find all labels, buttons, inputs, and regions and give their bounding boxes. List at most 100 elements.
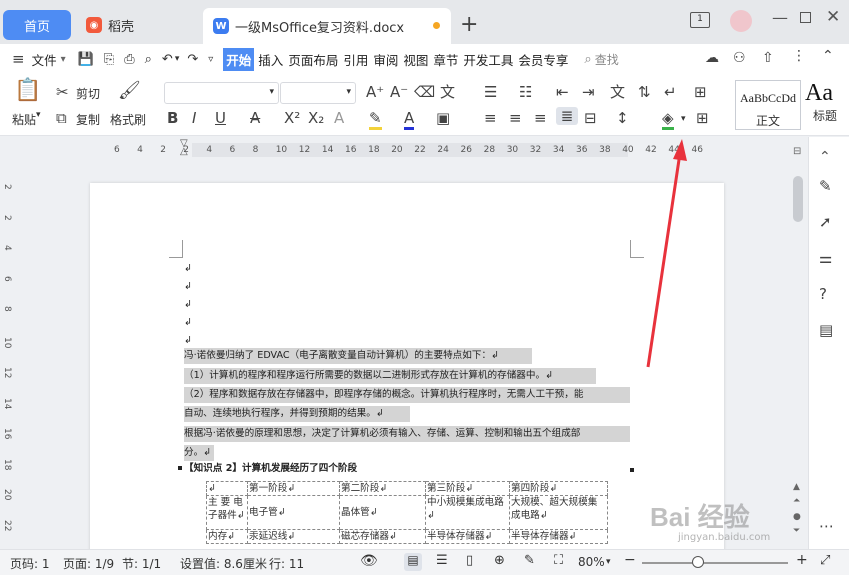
menu-page-layout[interactable]: 页面布局 xyxy=(287,49,339,70)
zoom-slider-thumb[interactable] xyxy=(692,556,704,568)
indent-marker-icon[interactable]: ▽ △ xyxy=(180,139,190,157)
style-heading[interactable]: Aa 标题 xyxy=(803,80,849,130)
format-painter-label[interactable]: 格式刷 xyxy=(110,111,146,128)
vertical-ruler[interactable]: 2 2 4 6 8 10 12 14 16 18 20 22 xyxy=(0,160,14,550)
table-cell[interactable]: 磁芯存储器↲ xyxy=(339,529,426,544)
menu-file[interactable]: 文件 xyxy=(31,49,58,70)
text-effect-icon[interactable]: A xyxy=(334,109,344,127)
menu-member[interactable]: 会员专享 xyxy=(517,49,569,70)
doc-paragraph[interactable]: 冯·诺依曼归纳了 EDVAC（电子离散变量自动计算机）的主要特点如下：↲ xyxy=(184,349,499,363)
shading-dropdown-icon[interactable]: ▾ xyxy=(681,114,686,124)
copy-icon[interactable]: ⧉ xyxy=(56,109,67,127)
font-size-select[interactable]: ▾ xyxy=(280,82,356,104)
table-cell[interactable]: 中小规模集成电路↲ xyxy=(425,495,510,530)
align-center-icon[interactable]: ≡ xyxy=(509,109,522,127)
font-color-icon[interactable]: A xyxy=(404,109,415,130)
export-pdf-icon[interactable]: ⎘ xyxy=(104,52,114,67)
scroll-up-icon[interactable]: ▲ xyxy=(793,482,800,492)
zoom-dropdown-icon[interactable]: ▾ xyxy=(606,557,611,567)
doc-paragraph[interactable]: 分。↲ xyxy=(184,446,211,460)
paste-icon[interactable]: 📋 xyxy=(14,80,41,108)
hamburger-icon[interactable]: ≡ xyxy=(12,50,25,68)
share-user-icon[interactable]: ⚇ xyxy=(733,50,746,66)
redo-icon[interactable]: ↷ xyxy=(187,52,198,67)
table-cell[interactable]: ↲ xyxy=(206,481,248,496)
char-border-icon[interactable]: ▣ xyxy=(436,109,450,127)
bullet-list-icon[interactable]: ☰ xyxy=(484,83,497,101)
italic-icon[interactable]: I xyxy=(192,109,196,127)
web-view-icon[interactable]: ⊕ xyxy=(494,553,505,568)
zoom-in-icon[interactable]: + xyxy=(796,552,808,568)
increase-font-icon[interactable]: A⁺ xyxy=(366,83,384,101)
outline-view-icon[interactable]: ☰ xyxy=(436,553,448,568)
bold-icon[interactable]: B xyxy=(167,109,178,127)
table-cell[interactable]: 汞延迟线↲ xyxy=(247,529,340,544)
more-icon[interactable]: ⋮ xyxy=(792,48,806,64)
zoom-level[interactable]: 80% xyxy=(578,555,605,569)
collapse-ribbon-icon[interactable]: ⌃ xyxy=(822,48,834,64)
doc-paragraph[interactable]: （1）计算机的程序和程序运行所需要的数据以二进制形式存放在计算机的存储器中。↲ xyxy=(184,369,553,383)
copy-label[interactable]: 复制 xyxy=(76,111,100,128)
superscript-icon[interactable]: X² xyxy=(284,109,300,127)
menu-references[interactable]: 引用 xyxy=(342,49,369,70)
eye-protection-icon[interactable]: 👁 xyxy=(360,553,378,569)
chinese-layout-icon[interactable]: 文 xyxy=(610,83,625,101)
status-page-number[interactable]: 页码: 1 xyxy=(10,555,50,572)
undo-dropdown-icon[interactable]: ▾ xyxy=(175,54,180,64)
zoom-out-icon[interactable]: − xyxy=(624,552,636,568)
scrollbar-thumb[interactable] xyxy=(793,176,803,222)
numbered-list-icon[interactable]: ☷ xyxy=(519,83,532,101)
justify-icon[interactable]: ≣ xyxy=(556,107,578,125)
scroll-page-up-icon[interactable]: ⏶ xyxy=(793,496,800,506)
help-icon[interactable]: ? xyxy=(819,285,827,303)
table-cell[interactable]: 第一阶段↲ xyxy=(247,481,340,496)
table-cell[interactable]: 半导体存储器↲ xyxy=(425,529,510,544)
close-icon[interactable]: ✕ xyxy=(826,7,840,27)
paste-dropdown-icon[interactable]: ▾ xyxy=(36,110,41,120)
table-cell[interactable]: 第二阶段↲ xyxy=(339,481,426,496)
doc-paragraph[interactable]: 根据冯·诺依曼的原理和思想，决定了计算机必须有输入、存储、运算、控制和输出五个组… xyxy=(184,427,580,441)
fullscreen-icon[interactable]: ⤢ xyxy=(820,553,830,568)
tab-home[interactable]: 首页 xyxy=(3,10,71,40)
menu-developer[interactable]: 开发工具 xyxy=(462,49,514,70)
undo-icon[interactable]: ↶ xyxy=(162,52,173,67)
save-icon[interactable]: 💾 xyxy=(78,52,94,67)
strikethrough-icon[interactable]: A xyxy=(250,109,260,127)
menu-review[interactable]: 审阅 xyxy=(372,49,399,70)
chevron-down-icon[interactable]: ▾ xyxy=(61,54,66,65)
table-cell[interactable]: 晶体管↲ xyxy=(339,495,426,530)
menu-insert[interactable]: 插入 xyxy=(257,49,284,70)
search-label[interactable]: 查找 xyxy=(595,51,619,68)
print-icon[interactable]: ⎙ xyxy=(124,52,134,67)
avatar[interactable] xyxy=(730,10,752,32)
paragraph-mark[interactable]: ↲ xyxy=(184,280,192,294)
fit-page-icon[interactable]: ⛶ xyxy=(554,553,563,568)
style-normal[interactable]: AaBbCcDd 正文 xyxy=(735,80,801,130)
table-cell[interactable]: 主 要 电子器件↲ xyxy=(206,495,248,530)
status-setting[interactable]: 设置值: 8.6厘米 xyxy=(180,555,267,572)
align-left-icon[interactable]: ≡ xyxy=(484,109,497,127)
tab-document[interactable]: W 一级MsOffice复习资料.docx xyxy=(203,8,451,44)
sort-icon[interactable]: ⇅ xyxy=(638,83,651,101)
share-icon[interactable]: ⇧ xyxy=(762,50,774,66)
table-cell[interactable]: 电子管↲ xyxy=(247,495,340,530)
doc-heading[interactable]: 【知识点 2】计算机发展经历了四个阶段 xyxy=(184,462,357,476)
window-layout-icon[interactable]: 1 xyxy=(690,12,710,28)
more-options-icon[interactable]: ⋯ xyxy=(819,517,834,535)
format-painter-icon[interactable]: 🖌 xyxy=(118,82,141,100)
cloud-sync-icon[interactable]: ☁ xyxy=(705,50,719,66)
table-cell[interactable]: 内存↲ xyxy=(206,529,248,544)
table-cell[interactable]: 大规模、超大规模集成电路↲ xyxy=(509,495,608,530)
doc-paragraph[interactable]: （2）程序和数据存放在存储器中，即程序存储的概念。计算机执行程序时，无需人工干预… xyxy=(184,388,583,402)
decrease-indent-icon[interactable]: ⇤ xyxy=(556,83,569,101)
paste-label[interactable]: 粘贴 xyxy=(12,111,36,128)
paragraph-mark[interactable]: ↲ xyxy=(184,334,192,348)
select-browse-icon[interactable]: ● xyxy=(793,512,801,522)
tab-stops-icon[interactable]: ⊞ xyxy=(694,83,707,101)
status-pages[interactable]: 页面: 1/9 xyxy=(63,555,114,572)
tab-daoke[interactable]: ◉ 稻壳 xyxy=(76,10,198,40)
menu-view[interactable]: 视图 xyxy=(402,49,429,70)
menu-chapter[interactable]: 章节 xyxy=(432,49,459,70)
doc-table[interactable]: ↲ 第一阶段↲ 第二阶段↲ 第三阶段↲ 第四阶段↲ 主 要 电子器件↲ 电子管↲… xyxy=(206,481,608,544)
scroll-page-down-icon[interactable]: ⏷ xyxy=(793,526,800,536)
